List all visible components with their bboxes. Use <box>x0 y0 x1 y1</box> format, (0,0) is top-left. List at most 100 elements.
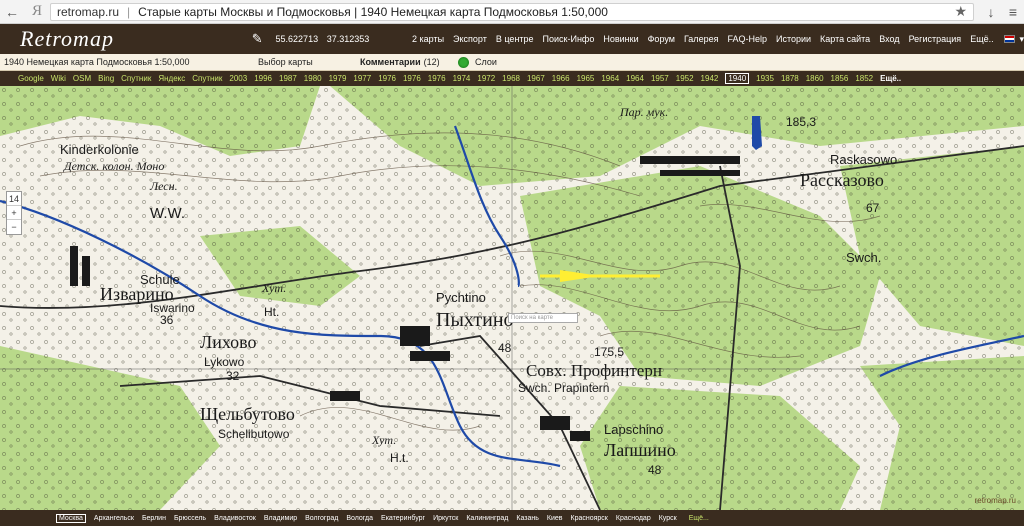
map-label: Kinderkolonie <box>60 142 139 157</box>
map-label: 48 <box>498 341 512 355</box>
nav-link[interactable]: 2 карты <box>412 34 444 44</box>
city-link[interactable]: Калининград <box>466 515 508 522</box>
layer-option[interactable]: 1964 <box>626 74 644 83</box>
map-label: Lapschino <box>604 422 663 437</box>
map-label: Lykowo <box>204 355 245 369</box>
map-label: 185,3 <box>786 115 816 129</box>
city-link[interactable]: Краснодар <box>616 515 651 522</box>
city-link[interactable]: Владимир <box>264 515 297 522</box>
layer-option[interactable]: 1967 <box>527 74 545 83</box>
layer-option[interactable]: 1935 <box>756 74 774 83</box>
back-arrow-icon[interactable]: ← <box>2 2 22 22</box>
nav-link[interactable]: Экспорт <box>453 34 487 44</box>
city-link[interactable]: Вологда <box>346 515 373 522</box>
layer-option[interactable]: Спутник <box>121 74 151 83</box>
city-link[interactable]: Владивосток <box>214 515 256 522</box>
nav-link[interactable]: В центре <box>496 34 534 44</box>
layer-option[interactable]: 2003 <box>229 74 247 83</box>
map-label: Лапшино <box>604 440 676 460</box>
nav-link[interactable]: Поиск-Инфо <box>543 34 595 44</box>
layer-option[interactable]: OSM <box>73 74 91 83</box>
nav-link[interactable]: FAQ-Help <box>727 34 767 44</box>
layer-option[interactable]: 1966 <box>552 74 570 83</box>
city-link[interactable]: Курск <box>659 515 677 522</box>
layers-more-link[interactable]: Ещё.. <box>880 74 901 83</box>
map-search-input[interactable]: Поиск на карте <box>508 313 578 323</box>
nav-link[interactable]: Новинки <box>603 34 638 44</box>
layer-option[interactable]: 1860 <box>806 74 824 83</box>
menu-icon[interactable]: ≡ <box>1002 4 1024 20</box>
layer-option[interactable]: 1980 <box>304 74 322 83</box>
layer-option[interactable]: Bing <box>98 74 114 83</box>
url-separator: | <box>127 4 131 19</box>
layer-option[interactable]: 1976 <box>403 74 421 83</box>
map-label: 48 <box>648 463 662 477</box>
nav-link[interactable]: Форум <box>648 34 675 44</box>
chevron-down-icon[interactable]: ▾ <box>1019 34 1024 45</box>
nav-link[interactable]: Истории <box>776 34 811 44</box>
map-label: Хут. <box>371 433 396 447</box>
choose-map-link[interactable]: Выбор карты <box>258 57 360 67</box>
city-link[interactable]: Иркутск <box>433 515 458 522</box>
map-label: 36 <box>160 313 174 327</box>
layer-option[interactable]: 1972 <box>477 74 495 83</box>
layer-option[interactable]: 1976 <box>428 74 446 83</box>
map-label: Ht. <box>264 305 279 319</box>
layer-option[interactable]: 1979 <box>329 74 347 83</box>
layer-option[interactable]: 1965 <box>577 74 595 83</box>
layer-option[interactable]: 1996 <box>254 74 272 83</box>
city-link[interactable]: Красноярск <box>571 515 608 522</box>
star-icon[interactable]: ★ <box>954 4 967 20</box>
uk-flag-icon[interactable] <box>1003 35 1016 43</box>
zoom-in-button[interactable]: + <box>7 206 21 220</box>
comments-link[interactable]: Комментарии (12) <box>360 57 450 67</box>
layer-option[interactable]: 1977 <box>353 74 371 83</box>
layer-option[interactable]: 1852 <box>855 74 873 83</box>
layers-icon[interactable] <box>458 56 469 68</box>
cities-more-link[interactable]: Ещё... <box>689 515 709 522</box>
city-link[interactable]: Москва <box>56 513 86 523</box>
layer-option[interactable]: 1974 <box>453 74 471 83</box>
map-label: Щельбутово <box>200 404 295 424</box>
layer-option[interactable]: 1957 <box>651 74 669 83</box>
layer-option[interactable]: 1878 <box>781 74 799 83</box>
layer-option[interactable]: 1968 <box>502 74 520 83</box>
layer-option[interactable]: 1856 <box>831 74 849 83</box>
city-link[interactable]: Казань <box>516 515 539 522</box>
map-label: Schelibutowo <box>218 427 290 441</box>
layer-option[interactable]: 1976 <box>378 74 396 83</box>
city-link[interactable]: Киев <box>547 515 563 522</box>
nav-link[interactable]: Регистрация <box>909 34 962 44</box>
url-host: retromap.ru <box>57 4 120 19</box>
map-label: Swch. Prapintern <box>518 381 609 395</box>
city-link[interactable]: Брюссель <box>174 515 206 522</box>
map-title-bar: 1940 Немецкая карта Подмосковья 1:50,000… <box>0 54 1024 71</box>
layer-option[interactable]: Wiki <box>51 74 66 83</box>
layers-link[interactable]: Слои <box>475 57 497 67</box>
layer-option[interactable]: Яндекс <box>158 74 185 83</box>
nav-link[interactable]: Вход <box>879 34 899 44</box>
layer-option[interactable]: 1940 <box>725 73 750 84</box>
site-logo[interactable]: Retromap <box>20 26 158 52</box>
zoom-out-button[interactable]: − <box>7 220 21 234</box>
city-link[interactable]: Архангельск <box>94 515 134 522</box>
layer-option[interactable]: 1952 <box>676 74 694 83</box>
map-label: Pychtino <box>436 290 486 305</box>
pencil-icon[interactable]: ✎ <box>252 31 268 47</box>
address-bar[interactable]: retromap.ru | Старые карты Москвы и Подм… <box>50 2 974 21</box>
layer-option[interactable]: Спутник <box>192 74 222 83</box>
nav-link[interactable]: Ещё.. <box>970 34 993 44</box>
city-link[interactable]: Волгоград <box>305 515 338 522</box>
city-link[interactable]: Екатеринбург <box>381 515 425 522</box>
city-link[interactable]: Берлин <box>142 515 166 522</box>
layer-option[interactable]: 1942 <box>701 74 719 83</box>
layer-option[interactable]: 1987 <box>279 74 297 83</box>
layer-option[interactable]: 1964 <box>601 74 619 83</box>
layer-option[interactable]: Google <box>18 74 44 83</box>
nav-link[interactable]: Карта сайта <box>820 34 870 44</box>
nav-link[interactable]: Галерея <box>684 34 719 44</box>
comments-count: (12) <box>423 57 440 67</box>
yandex-icon[interactable]: Я <box>28 3 46 20</box>
download-icon[interactable]: ↓ <box>980 4 1002 20</box>
map-canvas[interactable]: Kinderkolonie Детск. колон. Моно Лесн. W… <box>0 86 1024 510</box>
